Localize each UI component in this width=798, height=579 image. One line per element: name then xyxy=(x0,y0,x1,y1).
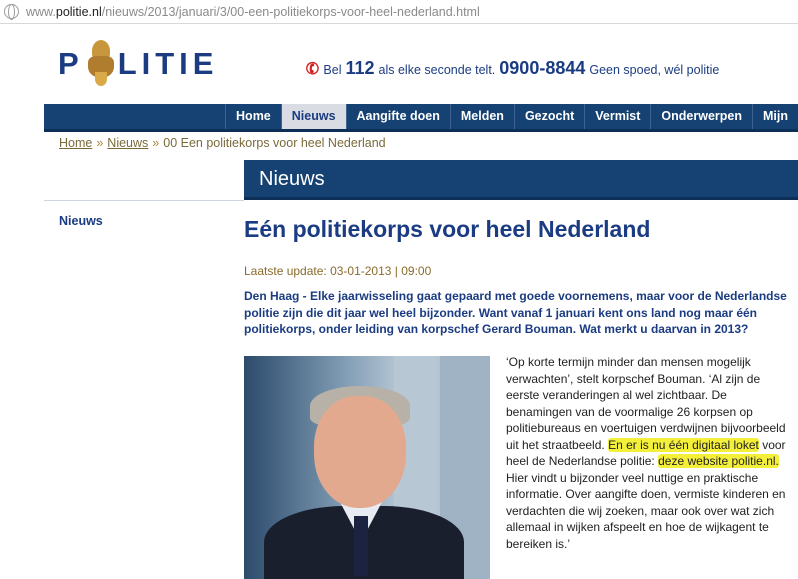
nav-aangifte-doen[interactable]: Aangifte doen xyxy=(345,104,450,129)
article-updated: Laatste update: 03-01-2013 | 09:00 xyxy=(244,264,432,278)
article-body-highlight-2: deze website politie.nl. xyxy=(658,454,779,468)
breadcrumb-separator: » xyxy=(96,136,104,150)
phone-prefix: Bel xyxy=(323,63,342,77)
nav-onderwerpen[interactable]: Onderwerpen xyxy=(650,104,752,129)
page-frame: P LITIE ✆ Bel 112 als elke seconde telt.… xyxy=(44,24,798,579)
nav-gezocht[interactable]: Gezocht xyxy=(513,104,584,129)
logo-letters: LITIE xyxy=(117,46,219,81)
phone-icon: ✆ xyxy=(303,59,323,80)
nav-mijn[interactable]: Mijn xyxy=(752,104,798,129)
url-domain: politie.nl xyxy=(55,4,102,19)
breadcrumb-home[interactable]: Home xyxy=(59,136,92,150)
address-bar[interactable]: www. politie.nl/nieuws/2013/januari/3/00-… xyxy=(0,0,798,24)
article-title: Eén politiekorps voor heel Nederland xyxy=(244,216,651,242)
article-photo xyxy=(244,356,490,579)
nav-home[interactable]: Home xyxy=(225,104,281,129)
sidebar-divider xyxy=(44,200,244,201)
emergency-number: 112 xyxy=(345,58,375,78)
main-nav: Home Nieuws Aangifte doen Melden Gezocht… xyxy=(44,104,798,132)
breadcrumb-nieuws[interactable]: Nieuws xyxy=(107,136,148,150)
breadcrumb-current: 00 Een politiekorps voor heel Nederland xyxy=(163,136,386,150)
article-body-part-3: Hier vindt u bijzonder veel nuttige en p… xyxy=(506,470,786,551)
section-title-bar: Nieuws xyxy=(244,160,798,200)
sidebar-item-nieuws[interactable]: Nieuws xyxy=(59,214,103,228)
nav-nieuws[interactable]: Nieuws xyxy=(280,104,346,129)
logo-letter-p: P xyxy=(58,46,84,81)
article-lead: Den Haag - Elke jaarwisseling gaat gepaa… xyxy=(244,289,787,336)
politie-logo[interactable]: P LITIE xyxy=(58,34,218,94)
url-path: /nieuws/2013/januari/3/00-een-politiekor… xyxy=(101,4,480,19)
phone-info: ✆ Bel 112 als elke seconde telt. 0900-88… xyxy=(303,58,720,80)
article-body-highlight-1: En er is nu één digitaal loket xyxy=(608,437,759,452)
nav-vermist[interactable]: Vermist xyxy=(584,104,650,129)
globe-icon xyxy=(4,4,19,20)
regular-text: Geen spoed, wél politie xyxy=(589,63,720,77)
regular-number: 0900-8844 xyxy=(499,58,586,78)
emergency-text: als elke seconde telt. xyxy=(378,63,496,77)
breadcrumb-separator: » xyxy=(152,136,160,150)
breadcrumb: Home» Nieuws» 00 Een politiekorps voor hee… xyxy=(59,136,386,150)
police-badge-icon xyxy=(86,40,116,88)
article-body: ‘Op korte termijn minder dan mensen moge… xyxy=(506,354,796,552)
url-prefix: www. xyxy=(26,4,56,19)
nav-melden[interactable]: Melden xyxy=(449,104,514,129)
